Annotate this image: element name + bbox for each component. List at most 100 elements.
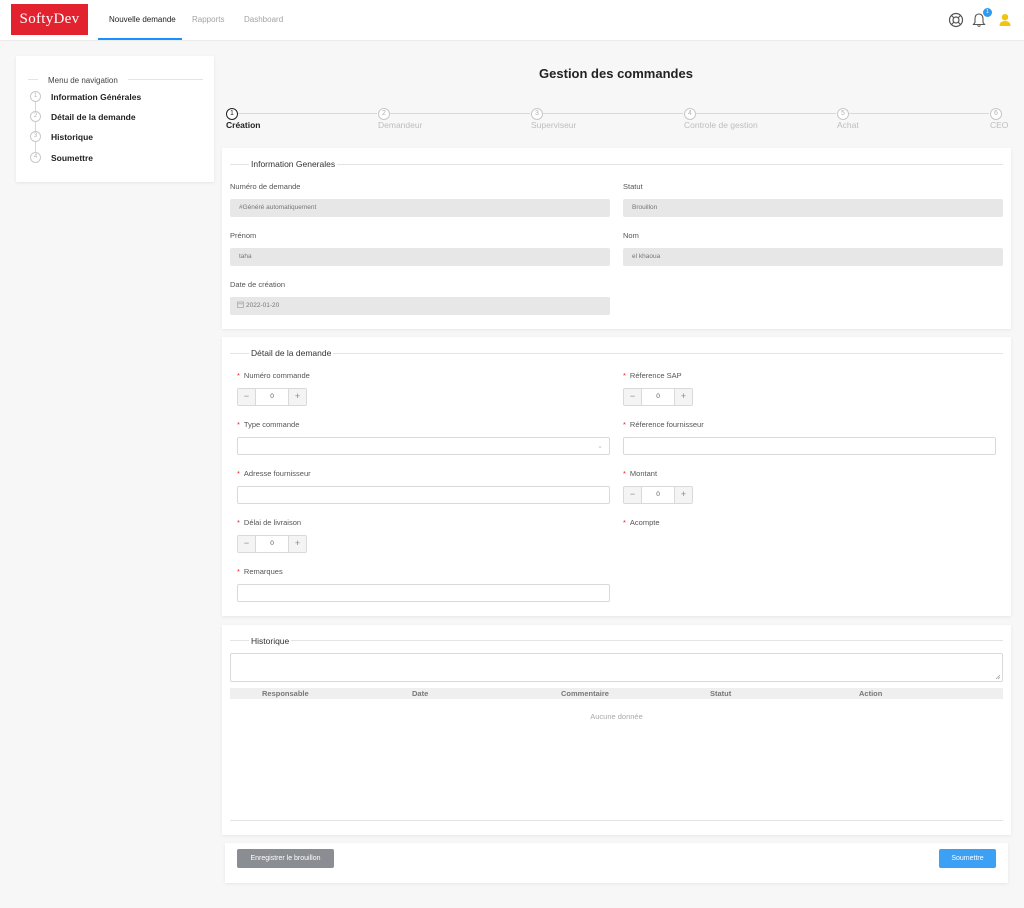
workflow-step-number: 2 xyxy=(378,108,390,120)
notification-badge: 1 xyxy=(983,8,992,17)
reference-fournisseur-input[interactable] xyxy=(623,437,996,455)
montant-stepper[interactable]: − 0 + xyxy=(623,486,693,504)
workflow-connector xyxy=(849,113,989,114)
adresse-fournisseur-label: * Adresse fournisseur xyxy=(237,469,311,478)
reference-sap-value[interactable]: 0 xyxy=(641,389,675,405)
statut-field: Brouillon xyxy=(623,199,1003,217)
statut-label: Statut xyxy=(623,182,643,191)
top-bar: SoftyDev Nouvelle demande Rapports Dashb… xyxy=(0,0,1024,41)
reference-sap-stepper[interactable]: − 0 + xyxy=(623,388,693,406)
tab-nouvelle-demande[interactable]: Nouvelle demande xyxy=(109,0,176,41)
sidebar-item-detail-demande[interactable]: Détail de la demande xyxy=(51,112,136,122)
section-divider xyxy=(230,164,1003,165)
increment-button[interactable]: + xyxy=(675,389,692,405)
decrement-button[interactable]: − xyxy=(238,389,255,405)
column-header-action: Action xyxy=(859,689,883,698)
chevron-down-icon: ⌄ xyxy=(597,443,603,450)
numero-commande-value[interactable]: 0 xyxy=(255,389,289,405)
required-mark: * xyxy=(237,518,240,527)
required-mark: * xyxy=(237,420,240,429)
comment-textarea[interactable] xyxy=(230,653,1003,682)
page-title: Gestion des commandes xyxy=(539,66,693,81)
increment-button[interactable]: + xyxy=(289,536,306,552)
numero-demande-field: #Généré automatiquement xyxy=(230,199,610,217)
resize-handle-icon[interactable] xyxy=(995,674,1001,680)
workflow-step-achat: Achat xyxy=(837,120,859,130)
acompte-label: * Acompte xyxy=(623,518,660,527)
save-draft-button[interactable]: Enregistrer le brouillon xyxy=(237,849,334,868)
step-connector xyxy=(35,142,36,152)
support-icon[interactable] xyxy=(947,11,965,29)
column-header-commentaire: Commentaire xyxy=(561,689,609,698)
submit-button[interactable]: Soumettre xyxy=(939,849,996,868)
workflow-step-number: 4 xyxy=(684,108,696,120)
nav-step-number: 4 xyxy=(30,152,41,163)
workflow-step-number: 6 xyxy=(990,108,1002,120)
nav-step-number: 1 xyxy=(30,91,41,102)
user-icon[interactable] xyxy=(996,11,1014,29)
tab-rapports[interactable]: Rapports xyxy=(192,0,224,41)
increment-button[interactable]: + xyxy=(289,389,306,405)
action-bar xyxy=(225,843,1008,883)
tab-dashboard[interactable]: Dashboard xyxy=(244,0,283,41)
calendar-icon xyxy=(237,301,244,308)
nav-step-number: 3 xyxy=(30,131,41,142)
legend-divider xyxy=(128,79,203,80)
column-header-responsable: Responsable xyxy=(262,689,309,698)
sidebar-item-soumettre[interactable]: Soumettre xyxy=(51,153,93,163)
remarques-input[interactable] xyxy=(237,584,610,602)
history-table-header xyxy=(230,688,1003,699)
numero-commande-label: * Numéro commande xyxy=(237,371,310,380)
workflow-step-number: 5 xyxy=(837,108,849,120)
date-creation-label: Date de création xyxy=(230,280,286,289)
required-mark: * xyxy=(623,469,626,478)
section-title: Historique xyxy=(249,636,292,646)
step-connector xyxy=(35,122,36,131)
required-mark: * xyxy=(623,518,626,527)
numero-commande-stepper[interactable]: − 0 + xyxy=(237,388,307,406)
workflow-step-controle-gestion: Controle de gestion xyxy=(684,120,758,130)
nom-field: el khaoua xyxy=(623,248,1003,266)
remarques-label: * Remarques xyxy=(237,567,283,576)
active-tab-indicator xyxy=(98,38,182,40)
nom-label: Nom xyxy=(623,231,639,240)
section-title: Information Generales xyxy=(249,159,338,169)
required-mark: * xyxy=(237,371,240,380)
workflow-connector xyxy=(238,113,377,114)
detail-demande-card xyxy=(222,337,1011,616)
delai-livraison-value[interactable]: 0 xyxy=(255,536,289,552)
workflow-step-number: 1 xyxy=(226,108,238,120)
sidebar-item-historique[interactable]: Historique xyxy=(51,132,93,142)
required-mark: * xyxy=(237,567,240,576)
numero-demande-label: Numéro de demande xyxy=(230,182,301,191)
decrement-button[interactable]: − xyxy=(624,389,641,405)
logo[interactable]: SoftyDev xyxy=(11,4,88,35)
step-connector xyxy=(35,102,36,111)
reference-fournisseur-label: * Réference fournisseur xyxy=(623,420,704,429)
section-divider xyxy=(230,353,1003,354)
prenom-label: Prénom xyxy=(230,231,257,240)
table-footer-divider xyxy=(230,820,1003,821)
delai-livraison-stepper[interactable]: − 0 + xyxy=(237,535,307,553)
increment-button[interactable]: + xyxy=(675,487,692,503)
workflow-connector xyxy=(390,113,530,114)
section-divider xyxy=(230,640,1003,641)
required-mark: * xyxy=(237,469,240,478)
date-creation-field: 2022-01-20 xyxy=(230,297,610,315)
reference-sap-label: * Réference SAP xyxy=(623,371,682,380)
delai-livraison-label: * Délai de livraison xyxy=(237,518,302,527)
decrement-button[interactable]: − xyxy=(624,487,641,503)
adresse-fournisseur-input[interactable] xyxy=(237,486,610,504)
workflow-step-superviseur: Superviseur xyxy=(531,120,577,130)
montant-value[interactable]: 0 xyxy=(641,487,675,503)
decrement-button[interactable]: − xyxy=(238,536,255,552)
montant-label: * Montant xyxy=(623,469,658,478)
workflow-step-number: 3 xyxy=(531,108,543,120)
workflow-step-ceo: CEO xyxy=(990,120,1009,130)
legend-divider xyxy=(28,79,38,80)
section-title: Détail de la demande xyxy=(249,348,334,358)
type-commande-select[interactable]: ⌄ xyxy=(237,437,610,455)
workflow-step-demandeur: Demandeur xyxy=(378,120,423,130)
sidebar-item-information-generales[interactable]: Information Générales xyxy=(51,92,141,102)
required-mark: * xyxy=(623,420,626,429)
